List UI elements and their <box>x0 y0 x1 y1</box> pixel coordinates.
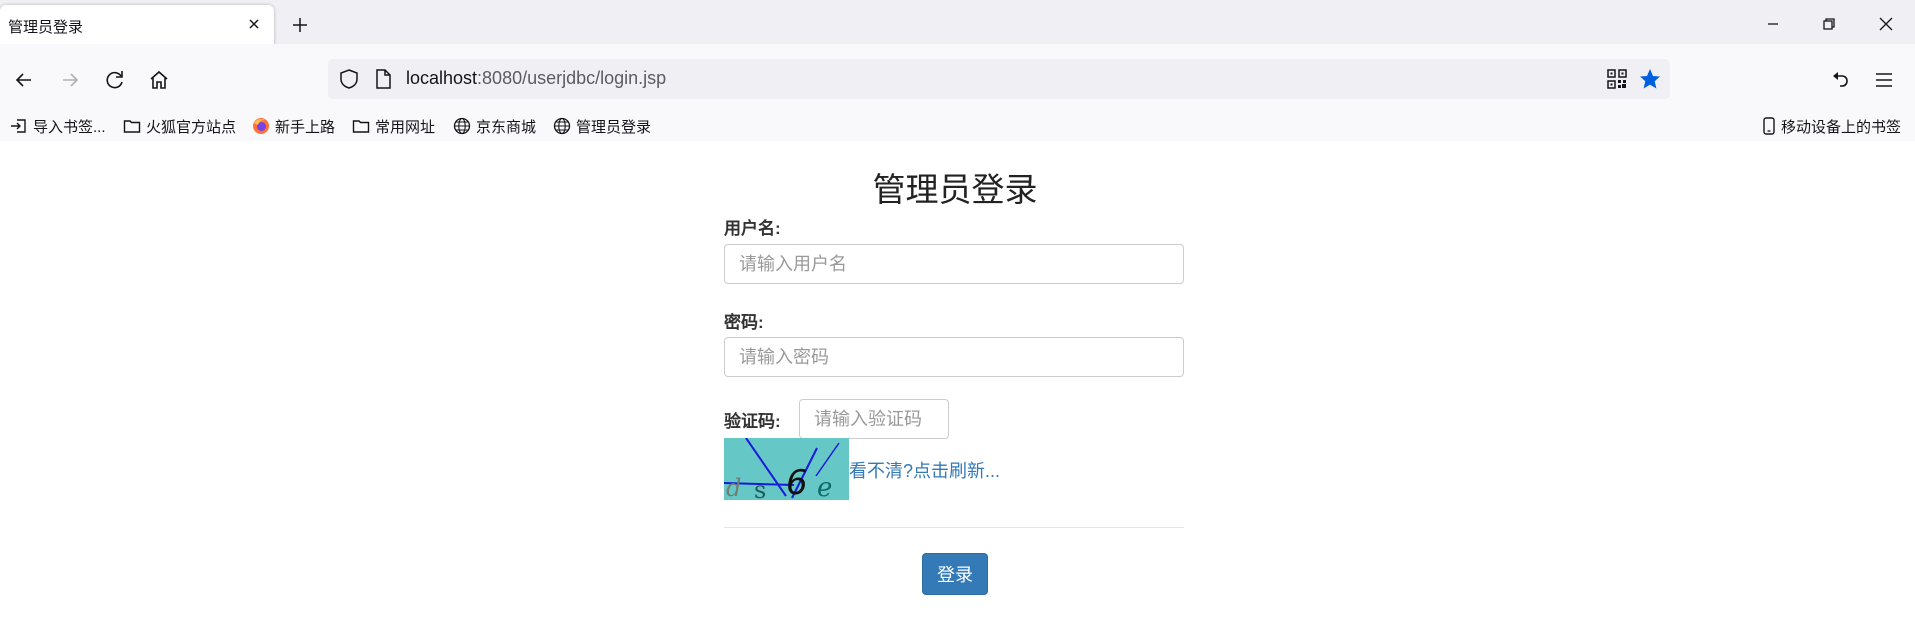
username-input[interactable] <box>724 244 1184 284</box>
shield-icon[interactable] <box>338 68 360 90</box>
password-input[interactable] <box>724 337 1184 377</box>
tab-strip: 管理员登录 <box>0 0 1915 50</box>
mobile-bookmarks[interactable]: 移动设备上的书签 <box>1762 115 1901 137</box>
url-host: localhost <box>406 68 478 88</box>
bookmark-label: 管理员登录 <box>576 118 652 136</box>
navigation-toolbar: localhost:8080/userjdbc/login.jsp <box>0 44 1915 116</box>
folder-icon <box>352 120 370 133</box>
page-content: 管理员登录 用户名: 密码: 验证码: d s 6 e 看不清?点击刷新... … <box>0 141 1915 631</box>
globe-icon <box>453 117 471 135</box>
reload-icon[interactable] <box>102 67 128 93</box>
captcha-char: d <box>726 474 741 500</box>
refresh-captcha-link[interactable]: 看不清?点击刷新... <box>849 457 1000 483</box>
globe-icon <box>553 117 571 135</box>
bookmark-admin-login[interactable]: 管理员登录 <box>553 115 651 137</box>
tab-title: 管理员登录 <box>8 19 84 36</box>
new-tab-icon[interactable] <box>289 14 311 36</box>
bookmark-firefox-official[interactable]: 火狐官方站点 <box>123 115 236 137</box>
qr-code-icon[interactable] <box>1607 69 1627 89</box>
mobile-device-icon <box>1763 117 1775 135</box>
folder-icon <box>123 120 141 133</box>
url-path: :8080/userjdbc/login.jsp <box>477 68 667 88</box>
close-tab-icon[interactable] <box>244 14 264 34</box>
bookmark-jd-mall[interactable]: 京东商城 <box>453 115 536 137</box>
bookmark-label: 常用网址 <box>375 118 436 136</box>
bookmark-import[interactable]: 导入书签... <box>10 115 106 137</box>
bookmark-label: 京东商城 <box>476 118 537 136</box>
captcha-label: 验证码: <box>724 412 781 431</box>
forward-icon[interactable] <box>57 67 83 93</box>
import-icon <box>11 119 26 133</box>
captcha-image[interactable]: d s 6 e <box>724 438 849 500</box>
username-label: 用户名: <box>724 219 781 238</box>
url-text[interactable]: localhost:8080/userjdbc/login.jsp <box>406 68 666 89</box>
bookmarks-toolbar: 导入书签... 火狐官方站点 新手上路 常用网址 京东商城 管理员登录 移动设备… <box>0 110 1915 143</box>
bookmark-label: 新手上路 <box>275 118 336 136</box>
captcha-input[interactable] <box>799 399 949 439</box>
back-icon[interactable] <box>11 67 37 93</box>
page-info-icon[interactable] <box>373 68 393 90</box>
page-title: 管理员登录 <box>872 171 1038 208</box>
menu-icon[interactable] <box>1871 67 1897 93</box>
minimize-icon[interactable] <box>1762 13 1784 35</box>
undo-close-tab-icon[interactable] <box>1826 67 1852 93</box>
captcha-char: e <box>817 473 832 500</box>
bookmark-getting-started[interactable]: 新手上路 <box>252 115 335 137</box>
captcha-char: s <box>754 476 766 500</box>
home-icon[interactable] <box>146 67 172 93</box>
bookmark-label: 导入书签... <box>33 118 106 136</box>
restore-icon[interactable] <box>1818 13 1840 35</box>
password-label: 密码: <box>724 313 764 332</box>
firefox-icon <box>253 118 269 134</box>
captcha-char: 6 <box>786 463 808 500</box>
login-button[interactable]: 登录 <box>922 553 988 595</box>
bookmark-star-icon[interactable] <box>1638 67 1662 91</box>
mobile-bookmarks-label: 移动设备上的书签 <box>1781 118 1902 136</box>
bookmark-label: 火狐官方站点 <box>146 118 237 136</box>
bookmark-common-sites[interactable]: 常用网址 <box>352 115 435 137</box>
url-bar[interactable]: localhost:8080/userjdbc/login.jsp <box>328 59 1670 99</box>
form-divider <box>724 527 1184 528</box>
close-window-icon[interactable] <box>1875 13 1897 35</box>
